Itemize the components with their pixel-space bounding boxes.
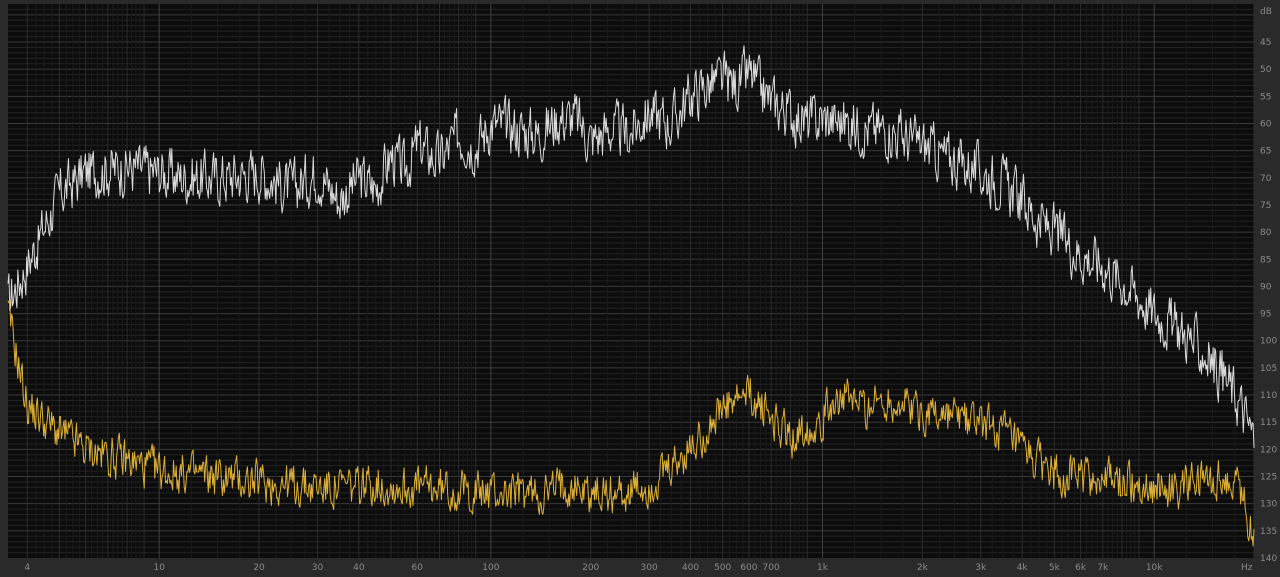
y-tick-label: 65 [1260, 147, 1271, 157]
y-tick-label: 100 [1260, 337, 1277, 347]
y-tick-label: 105 [1260, 364, 1277, 374]
x-tick-label: 600 [740, 563, 757, 573]
x-tick-label: 4k [1017, 563, 1029, 573]
y-tick-label: 110 [1260, 391, 1277, 401]
x-tick-label: 10 [153, 563, 165, 573]
y-tick-label: dB [1260, 7, 1272, 17]
y-tick-label: 115 [1260, 418, 1277, 428]
x-tick-label: 10k [1146, 563, 1163, 573]
y-tick-label: 50 [1260, 65, 1272, 75]
x-tick-label: 4 [24, 563, 30, 573]
y-tick-label: 60 [1260, 119, 1272, 129]
y-tick-label: 90 [1260, 282, 1272, 292]
x-tick-label: 100 [482, 563, 499, 573]
x-tick-label: 500 [714, 563, 731, 573]
x-tick-label: Hz [1241, 563, 1253, 573]
x-tick-label: 1k [817, 563, 829, 573]
y-tick-label: 45 [1260, 38, 1271, 48]
y-tick-label: 130 [1260, 500, 1277, 510]
x-tick-label: 200 [582, 563, 599, 573]
x-tick-label: 20 [253, 563, 265, 573]
y-tick-label: 135 [1260, 527, 1277, 537]
x-tick-label: 700 [763, 563, 780, 573]
y-tick-label: 140 [1260, 554, 1277, 564]
x-tick-label: 6k [1075, 563, 1087, 573]
x-tick-label: 30 [312, 563, 324, 573]
x-tick-label: 400 [682, 563, 699, 573]
x-tick-label: 40 [353, 563, 365, 573]
x-tick-label: 5k [1049, 563, 1061, 573]
y-tick-label: 85 [1260, 255, 1271, 265]
y-tick-label: 55 [1260, 92, 1271, 102]
y-tick-label: 125 [1260, 473, 1277, 483]
y-tick-label: 70 [1260, 174, 1272, 184]
spectrum-analyzer: dB 45 50 55 60 65 70 75 80 85 90 95 100 105 110 115 120 1… [0, 0, 1280, 577]
y-tick-label: 95 [1260, 310, 1271, 320]
x-tick-label: 60 [412, 563, 424, 573]
y-tick-label: 120 [1260, 445, 1277, 455]
x-tick-label: 3k [975, 563, 987, 573]
x-tick-label: 2k [917, 563, 929, 573]
x-tick-label: 300 [641, 563, 658, 573]
y-tick-label: 80 [1260, 228, 1272, 238]
y-tick-label: 75 [1260, 201, 1271, 211]
x-tick-label: 7k [1097, 563, 1109, 573]
